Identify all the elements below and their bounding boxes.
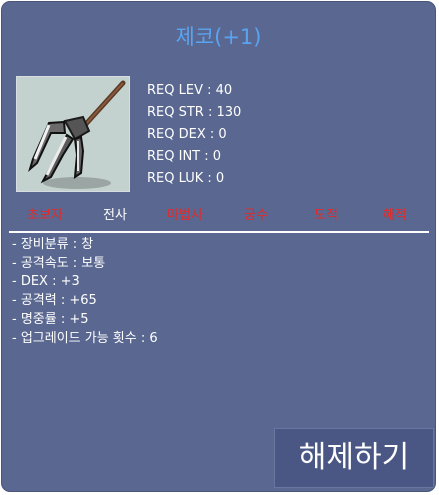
job-warrior: 전사 — [103, 208, 127, 223]
stat-upgrade-slots: - 업그레이드 가능 횟수 : 6 — [12, 330, 158, 346]
stat-attack-speed: - 공격속도 : 보통 — [12, 255, 106, 271]
stat-accuracy: - 명중률 : +5 — [12, 311, 89, 327]
job-bowman: 궁수 — [244, 208, 268, 223]
req-luk: REQ LUK : 0 — [147, 171, 225, 186]
trident-spear-icon — [16, 76, 130, 192]
stat-dex: - DEX : +3 — [12, 274, 80, 290]
job-magician: 마법사 — [167, 208, 203, 223]
item-tooltip-panel: 제코(+1) REQ LEV : 40 REQ STR : 130 REQ DE… — [1, 1, 436, 492]
req-str: REQ STR : 130 — [147, 105, 242, 120]
divider — [9, 231, 429, 233]
job-pirate: 해적 — [383, 208, 407, 223]
req-dex: REQ DEX : 0 — [147, 127, 227, 142]
item-name: 제코(+1) — [175, 25, 262, 49]
release-button[interactable]: 해제하기 — [274, 428, 434, 488]
job-beginner: 초보자 — [27, 208, 63, 223]
req-level: REQ LEV : 40 — [147, 83, 233, 98]
stat-equip-category: - 장비분류 : 창 — [12, 237, 94, 252]
stat-attack: - 공격력 : +65 — [12, 293, 97, 309]
job-thief: 도적 — [314, 208, 338, 223]
stats-list: - 장비분류 : 창 - 공격속도 : 보통 - DEX : +3 - 공격력 … — [12, 236, 158, 348]
job-list: 초보자 전사 마법사 궁수 도적 해적 — [2, 205, 435, 227]
requirements-list: REQ LEV : 40 REQ STR : 130 REQ DEX : 0 R… — [147, 80, 241, 190]
req-int: REQ INT : 0 — [147, 149, 222, 164]
